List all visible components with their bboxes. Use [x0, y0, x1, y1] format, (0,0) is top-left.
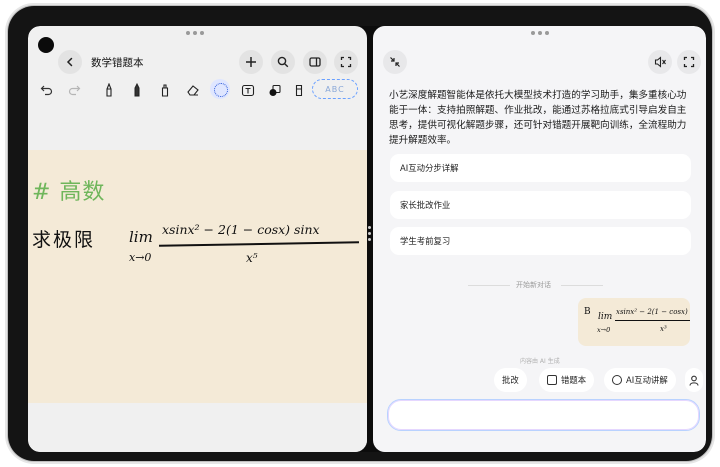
redo-button[interactable]: [65, 81, 83, 99]
more-tool[interactable]: [290, 81, 308, 99]
pane-grip[interactable]: [531, 31, 549, 35]
text-box-icon: [241, 84, 255, 96]
pen-tool[interactable]: [100, 81, 118, 99]
note-lim: lim: [129, 228, 153, 246]
note-canvas[interactable]: # 高数 求极限 lim x→0 xsinx² − 2(1 − cosx) si…: [28, 150, 367, 403]
ai-explain-label: AI互动讲解: [626, 375, 668, 385]
uploaded-image-thumbnail[interactable]: B lim x→0 xsinx² − 2(1 − cosx) sinx x³: [578, 298, 690, 346]
thumb-fraction-bar: [615, 320, 690, 321]
speaker-mute-icon: [654, 56, 666, 68]
note-prompt: 求极限: [32, 229, 96, 251]
note-tag: # 高数: [32, 180, 106, 205]
note-numerator: xsinx² − 2(1 − cosx) sinx: [162, 222, 320, 237]
undo-button[interactable]: [37, 81, 55, 99]
suggestion-chip[interactable]: 学生考前复习: [390, 227, 691, 255]
sidebar-layout-icon: [309, 57, 321, 67]
pen-icon: [106, 83, 112, 97]
pencil-tool[interactable]: [128, 81, 146, 99]
add-button[interactable]: [239, 50, 263, 74]
note-fraction-bar: [159, 241, 359, 247]
tablet-frame: 数学错题本 ABC # 高数 求极限 lim x→0 xsinx² − 2(1 …: [8, 6, 712, 461]
divider-right: [561, 285, 603, 286]
note-limit-var: x→0: [129, 251, 152, 264]
screen: 数学错题本 ABC # 高数 求极限 lim x→0 xsinx² − 2(1 …: [28, 26, 706, 452]
thumb-lim: lim: [598, 312, 613, 322]
search-button[interactable]: [271, 50, 295, 74]
marker-icon: [161, 84, 169, 97]
suggestion-chip[interactable]: 家长批改作业: [390, 191, 691, 219]
search-icon: [277, 56, 289, 68]
grade-action-button[interactable]: 批改: [494, 368, 527, 392]
eraser-icon: [187, 85, 199, 96]
grade-action-label: 批改: [502, 375, 519, 385]
thumb-pen-mark: B: [584, 307, 591, 317]
collapse-button[interactable]: [383, 50, 407, 74]
mistake-book-label: 错题本: [561, 375, 587, 385]
marker-tool[interactable]: [156, 81, 174, 99]
assistant-intro-text: 小艺深度解题智能体是依托大模型技术打造的学习助手，集多重核心功能于一体：支持拍照…: [389, 90, 687, 146]
expand-icon: [683, 56, 695, 68]
user-icon: [689, 375, 699, 386]
eraser-tool[interactable]: [184, 81, 202, 99]
mute-button[interactable]: [648, 50, 672, 74]
shapes-icon: [269, 84, 281, 96]
handwriting-to-text-button[interactable]: ABC: [312, 79, 358, 99]
back-button[interactable]: [58, 50, 82, 74]
note-denominator: x⁵: [246, 251, 258, 265]
text-box-tool[interactable]: [239, 81, 257, 99]
shape-tool[interactable]: [266, 81, 284, 99]
collapse-icon: [390, 57, 400, 67]
notes-pane: 数学错题本 ABC # 高数 求极限 lim x→0 xsinx² − 2(1 …: [28, 26, 367, 452]
mistake-book-button[interactable]: 错题本: [539, 368, 595, 392]
notebook-icon: [547, 375, 557, 385]
layout-button[interactable]: [303, 50, 327, 74]
split-view-handle[interactable]: [367, 226, 371, 248]
fullscreen-button[interactable]: [334, 50, 358, 74]
redo-icon: [68, 85, 80, 96]
ai-chat-icon: [612, 375, 622, 385]
lasso-select-tool[interactable]: [210, 79, 230, 99]
fullscreen-button[interactable]: [677, 50, 701, 74]
pane-grip[interactable]: [186, 31, 204, 35]
divider-left: [468, 285, 510, 286]
thumb-numerator: xsinx² − 2(1 − cosx) sinx: [616, 308, 690, 316]
thumb-denominator: x³: [660, 325, 667, 333]
chat-input[interactable]: [387, 399, 700, 431]
attachment-icon: [295, 84, 303, 96]
plus-icon: [246, 57, 256, 67]
camera-cutout: [38, 37, 54, 53]
document-title: 数学错题本: [91, 57, 144, 69]
pencil-icon: [134, 83, 140, 97]
assistant-pane: 小艺深度解题智能体是依托大模型技术打造的学习助手，集多重核心功能于一体：支持拍照…: [373, 26, 706, 452]
page-bottom-margin: [28, 403, 367, 452]
chevron-left-icon: [66, 57, 73, 67]
more-actions-button[interactable]: [685, 368, 703, 392]
page-top-margin: [28, 102, 367, 152]
suggestion-chip[interactable]: AI互动分步详解: [390, 154, 691, 182]
expand-icon: [340, 56, 352, 68]
thumb-limit-var: x→0: [597, 326, 611, 334]
new-chat-label[interactable]: 开始新对话: [516, 280, 551, 290]
undo-icon: [40, 85, 52, 96]
ai-explain-button[interactable]: AI互动讲解: [604, 368, 676, 392]
ai-generated-note: 内容由 AI 生成: [520, 358, 560, 365]
